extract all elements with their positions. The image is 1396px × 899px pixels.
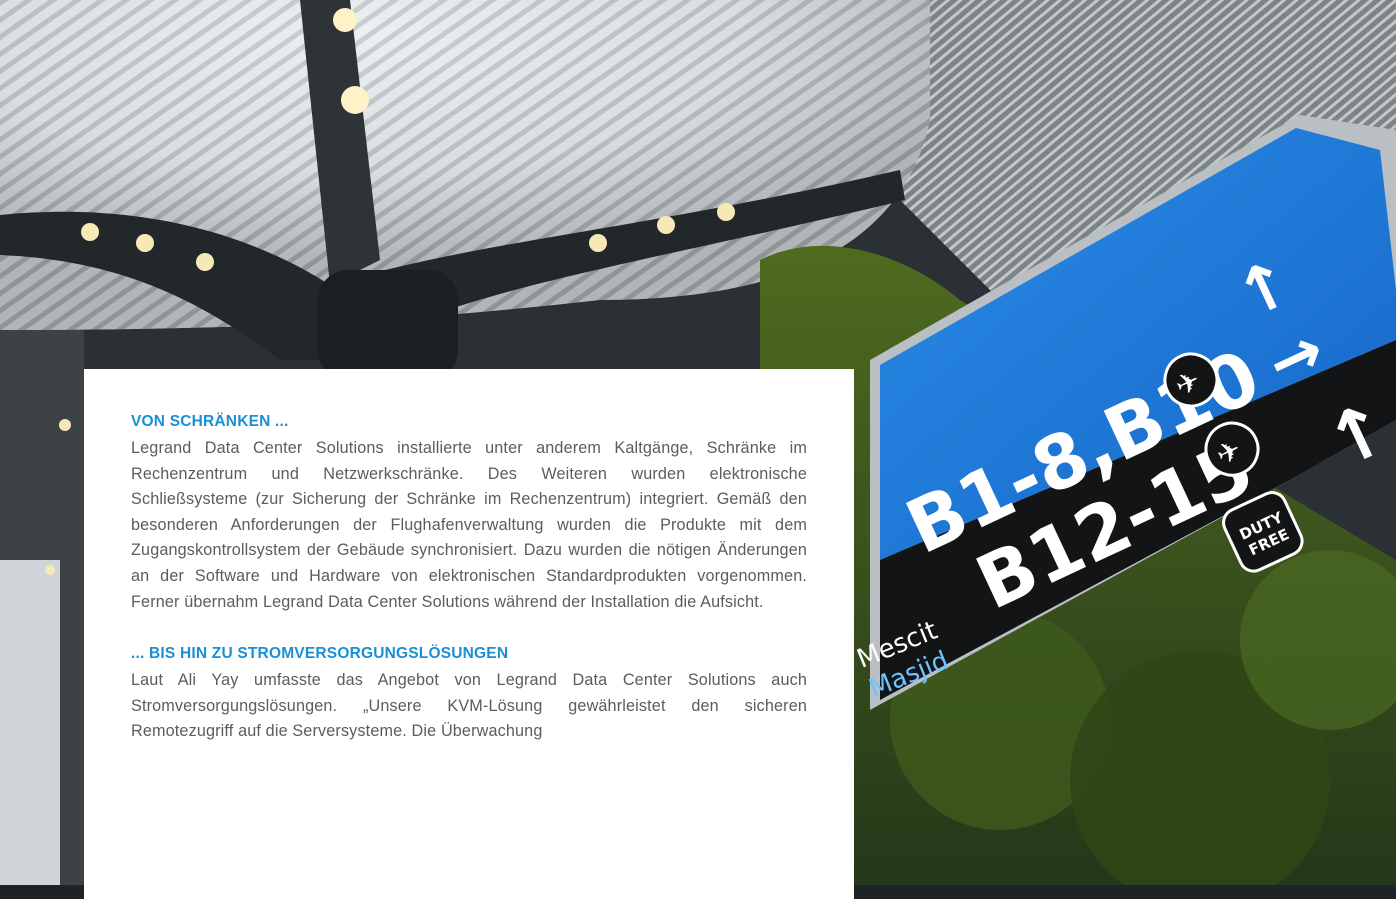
section-body-cabinets: Legrand Data Center Solutions installier… — [131, 439, 807, 611]
section-body-power: Laut Ali Yay umfasste das Angebot von Le… — [131, 671, 807, 741]
article-textbox: VON SCHRÄNKEN ... Legrand Data Center So… — [84, 369, 854, 899]
section-heading-power: ... BIS HIN ZU STROMVERSORGUNGSLÖSUNGEN — [131, 645, 509, 663]
section-heading-cabinets: VON SCHRÄNKEN ... — [131, 413, 289, 430]
